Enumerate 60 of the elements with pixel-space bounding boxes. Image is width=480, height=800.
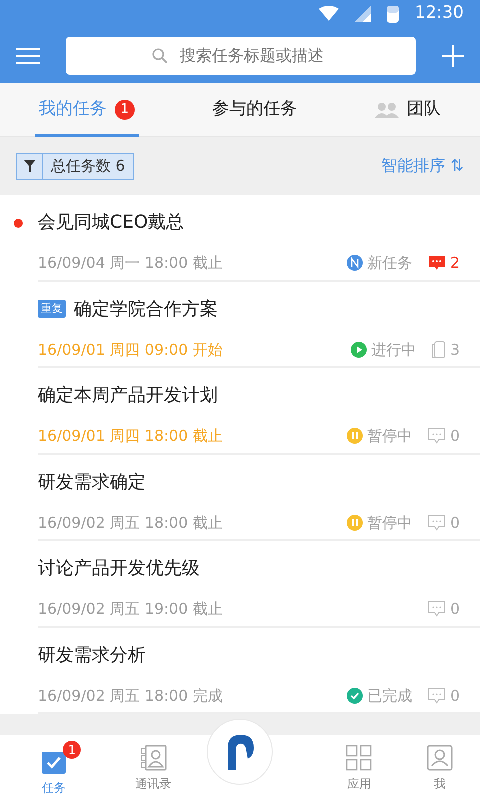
user-icon — [426, 744, 453, 770]
search-field[interactable]: 搜索任务标题或描述 — [66, 36, 416, 74]
repeat-tag: 重复 — [38, 300, 66, 318]
comment-count: 0 — [450, 686, 460, 706]
task-title[interactable]: 确定学院合作方案 — [74, 296, 218, 322]
task-status: 新任务 — [367, 253, 412, 274]
tab[interactable]: 我的任务 1 — [34, 82, 139, 136]
battery-icon — [387, 5, 399, 23]
tab[interactable]: 参与的任务 — [208, 82, 302, 136]
comment-icon — [428, 255, 446, 272]
task-status: 暂停中 — [367, 426, 412, 447]
logo-icon — [225, 734, 255, 770]
task-status: 进行中 — [371, 340, 416, 360]
task-title[interactable]: 研发需求确定 — [38, 468, 146, 496]
unread-badge: 1 — [63, 740, 82, 758]
plus-icon — [442, 45, 464, 68]
signal-icon — [355, 6, 371, 22]
task-status: 已完成 — [367, 686, 412, 706]
comment-count: 0 — [450, 512, 460, 534]
task-title[interactable]: 确定本周产品开发计划 — [38, 382, 218, 409]
comment-icon — [428, 688, 446, 704]
new-status-icon — [347, 255, 364, 272]
comment-count: 3 — [450, 340, 460, 360]
pause-icon — [347, 514, 364, 531]
nav-tab[interactable]: 任务 1 — [27, 740, 82, 796]
filter-icon — [24, 160, 36, 172]
comment-count: 0 — [450, 426, 460, 447]
menu-icon — [16, 46, 40, 66]
people-icon — [375, 102, 400, 118]
comment-icon — [428, 601, 446, 618]
comment-icon — [428, 428, 446, 444]
comment-icon — [428, 514, 446, 531]
comment-count: 2 — [450, 253, 460, 274]
task-title[interactable]: 讨论产品开发优先级 — [38, 555, 200, 582]
clock-time: 12:30 — [415, 2, 464, 26]
task-date: 16/09/01 周四 09:00 开始 — [38, 340, 223, 360]
wifi-icon — [319, 6, 339, 22]
task-date: 16/09/02 周五 18:00 截止 — [38, 512, 223, 534]
task-date: 16/09/01 周四 18:00 截止 — [38, 426, 223, 447]
check-icon — [347, 688, 364, 704]
comment-count: 0 — [450, 599, 460, 620]
nav-tab[interactable]: 我 — [426, 744, 453, 792]
task-date: 16/09/02 周五 19:00 截止 — [38, 599, 223, 620]
task-title[interactable]: 研发需求分析 — [38, 642, 146, 668]
task-date: 16/09/02 周五 18:00 完成 — [38, 686, 223, 706]
play-icon — [351, 342, 368, 358]
nav-tab[interactable]: 通讯录 — [136, 744, 172, 792]
grid-icon — [346, 744, 372, 770]
task-title[interactable]: 会见同城CEO戴总 — [38, 209, 184, 236]
pause-icon — [347, 428, 364, 444]
tab[interactable]: 团队 — [371, 82, 446, 136]
contacts-icon — [140, 744, 167, 770]
filter-button[interactable]: 总任务数 6 — [16, 152, 134, 180]
task-date: 16/09/04 周一 18:00 截止 — [38, 253, 223, 274]
nav-tab[interactable]: 应用 — [346, 744, 372, 792]
unread-badge: 1 — [114, 100, 135, 120]
document-icon — [432, 340, 446, 359]
task-status: 暂停中 — [367, 512, 412, 534]
search-icon — [152, 48, 168, 64]
add-button[interactable] — [442, 44, 464, 68]
